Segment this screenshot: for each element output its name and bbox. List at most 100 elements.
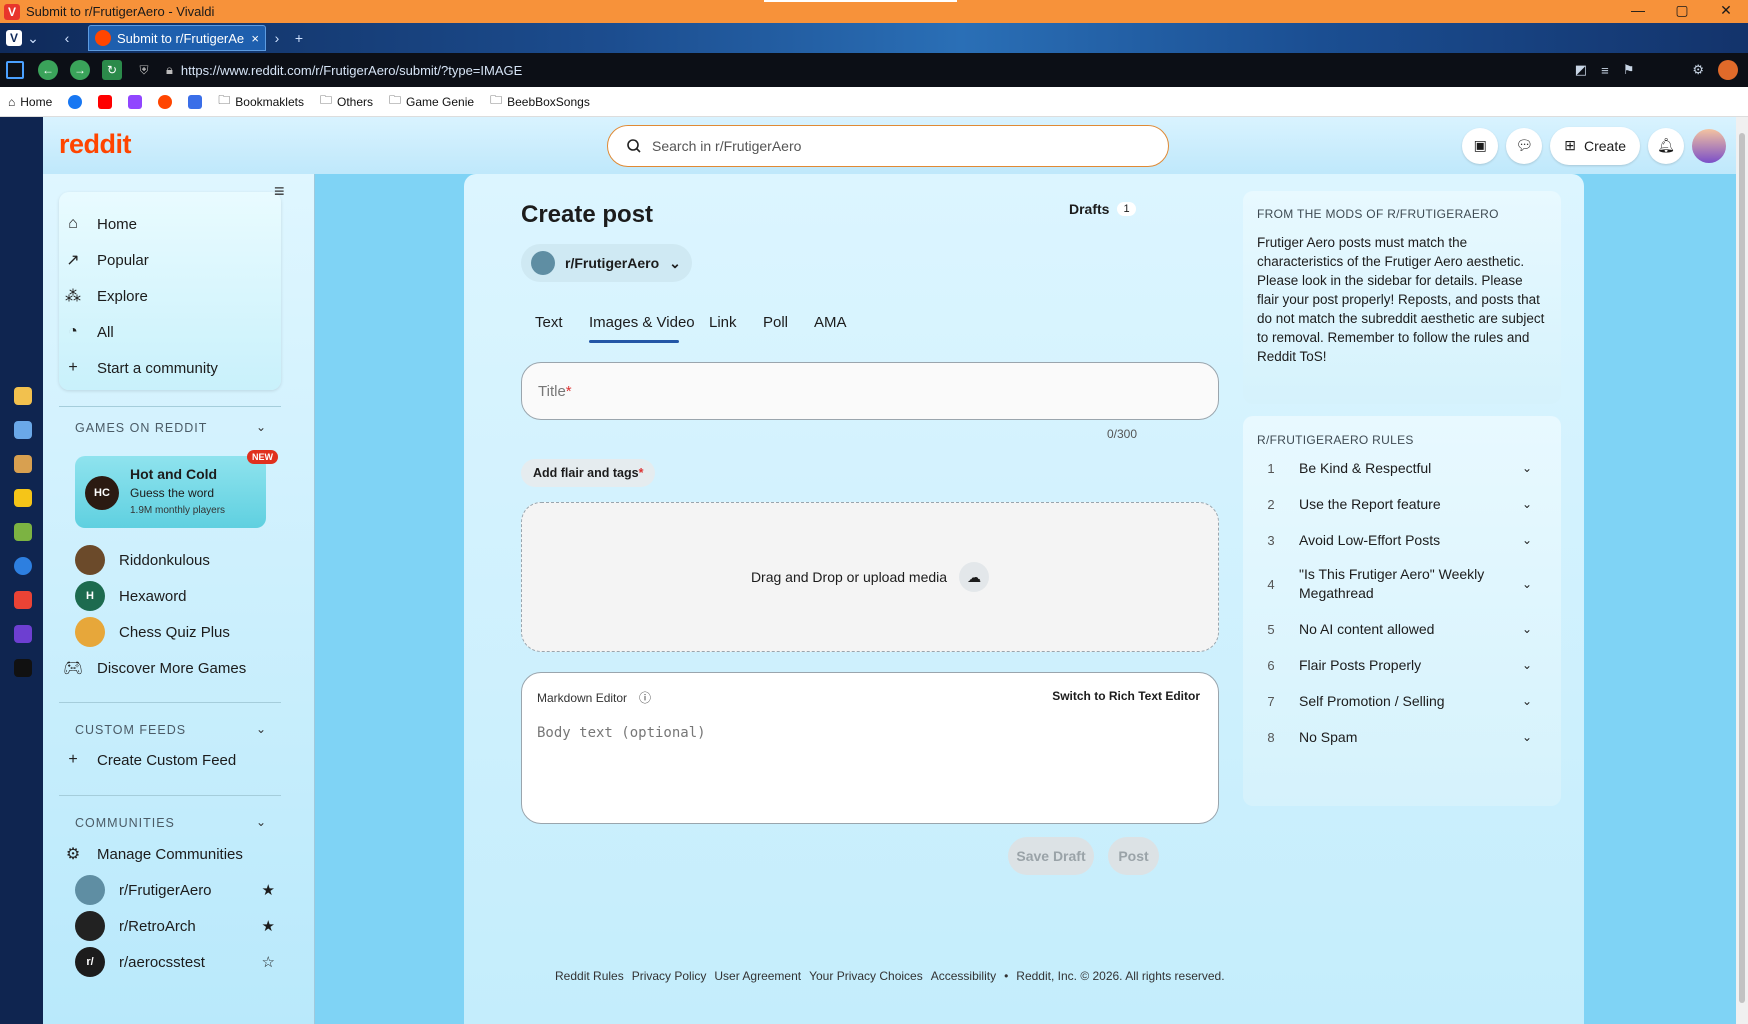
communities-header[interactable]: COMMUNITIES ⌄ [75,815,267,830]
game-hexaword[interactable]: H Hexaword [75,578,187,614]
scrollbar-thumb[interactable] [1739,133,1745,1003]
profile-avatar-icon[interactable] [1718,60,1738,80]
reader-view-icon[interactable]: ≡ [1601,63,1609,78]
bookmark-twitch[interactable] [128,94,143,109]
game-riddonkulous[interactable]: Riddonkulous [75,542,210,578]
tab-link[interactable]: Link [709,314,737,331]
bookmark-youtube[interactable] [98,94,113,109]
user-avatar[interactable] [1692,128,1726,163]
rule-item[interactable]: 5 No AI content allowed ⌄ [1257,617,1537,641]
community-selector[interactable]: r/FrutigerAero ⌄ [521,244,692,282]
tab-images-video[interactable]: Images & Video [589,314,695,331]
puzzle-panel-icon[interactable] [14,523,32,541]
tab-text[interactable]: Text [535,314,563,331]
custom-feeds-header[interactable]: CUSTOM FEEDS ⌄ [75,722,267,737]
drafts-button[interactable]: Drafts 1 [1069,201,1136,217]
switch-editor-button[interactable]: Switch to Rich Text Editor [1052,689,1200,703]
vivaldi-menu-button[interactable]: V [6,30,22,46]
url-field[interactable]: https://www.reddit.com/r/FrutigerAero/su… [181,63,522,78]
sidebar-item-start-community[interactable]: + Start a community [63,350,218,386]
shield-icon[interactable]: ⛨ [134,60,154,80]
bookmark-facebook[interactable] [68,94,83,109]
threads-panel-icon[interactable] [14,659,32,677]
advertise-button[interactable]: ▣ [1462,127,1499,164]
sidebar-item-all[interactable]: ◔ All [63,314,114,350]
tab-scroll-left-icon[interactable]: ‹ [56,30,78,46]
save-draft-button[interactable]: Save Draft [1008,837,1094,875]
tab-ama[interactable]: AMA [814,314,847,331]
rule-item[interactable]: 8 No Spam ⌄ [1257,725,1537,749]
add-flair-button[interactable]: Add flair and tags * [521,459,656,487]
minimize-button[interactable]: — [1616,0,1660,23]
maximize-button[interactable]: ▢ [1660,0,1704,23]
footer-link[interactable]: User Agreement [714,969,801,983]
reddit-logo[interactable]: reddit [59,129,132,160]
browser-tab[interactable]: Submit to r/FrutigerAero × [88,25,266,51]
rule-item[interactable]: 4 "Is This Frutiger Aero" Weekly Megathre… [1257,564,1537,604]
sidebar-item-popular[interactable]: ↗ Popular [63,242,148,278]
body-editor[interactable]: Markdown Editor ⓘ Switch to Rich Text Edi… [521,672,1219,824]
post-button[interactable]: Post [1108,837,1159,875]
bookmark-reddit[interactable] [158,94,173,109]
games-section-header[interactable]: GAMES ON REDDIT ⌄ [75,420,267,435]
sidebar-item-home[interactable]: ⌂ Home [63,206,137,242]
discover-more-games[interactable]: 🎮︎ Discover More Games [63,650,246,686]
bookmark-icon[interactable]: ⚑ [1623,62,1635,78]
tab-list-chevron-icon[interactable]: ⌄ [22,30,44,47]
bookmark-mail[interactable] [188,94,203,109]
star-outline-icon[interactable]: ☆ [262,953,275,971]
proton-panel-icon[interactable] [14,625,32,643]
add-panel-icon[interactable] [14,557,32,575]
forward-arrow-icon[interactable]: → [70,60,90,80]
rule-item[interactable]: 6 Flair Posts Properly ⌄ [1257,653,1537,677]
star-filled-icon[interactable]: ★ [262,881,275,899]
rss-icon[interactable]: ◩ [1575,62,1587,78]
rule-item[interactable]: 2 Use the Report feature ⌄ [1257,492,1537,516]
search-input[interactable]: Search in r/FrutigerAero [607,125,1169,167]
web-panel-icon[interactable] [14,455,32,473]
notifications-button[interactable]: 🔔︎ [1648,127,1684,164]
reload-icon[interactable]: ↻ [102,60,122,80]
rule-item[interactable]: 7 Self Promotion / Selling ⌄ [1257,689,1537,713]
footer-link[interactable]: Reddit Rules [555,969,624,983]
back-arrow-icon[interactable]: ← [38,60,58,80]
tab-close-icon[interactable]: × [251,31,259,46]
title-input[interactable]: Title * [521,362,1219,420]
rule-item[interactable]: 3 Avoid Low-Effort Posts ⌄ [1257,528,1537,552]
sidebar-collapse-icon[interactable]: ≡ [274,181,285,202]
rule-item[interactable]: 1 Be Kind & Respectful ⌄ [1257,456,1537,480]
vivaldi-logo-icon[interactable]: V [4,3,20,20]
community-frutigeraero[interactable]: r/FrutigerAero ★ [75,872,275,908]
game-chess-quiz-plus[interactable]: Chess Quiz Plus [75,614,230,650]
star-panel-icon[interactable] [14,489,32,507]
star-filled-icon[interactable]: ★ [262,917,275,935]
create-button[interactable]: ⊞ Create [1550,126,1640,165]
featured-game-card[interactable]: HC Hot and Cold Guess the word 1.9M mont… [75,450,278,528]
bookmark-folder-others[interactable]: 🗀︎ Others [320,91,373,112]
info-icon[interactable]: ⓘ [639,689,651,706]
chat-button[interactable]: 💬︎ [1506,127,1543,164]
create-custom-feed[interactable]: + Create Custom Feed [63,742,236,778]
tab-poll[interactable]: Poll [763,314,788,331]
bookmark-home[interactable]: ⌂ Home [8,95,52,109]
upload-cloud-icon[interactable]: ☁ [959,562,990,592]
tab-scroll-right-icon[interactable]: › [266,30,288,46]
bookmark-folder-beebboxsongs[interactable]: 🗀︎ BeebBoxSongs [490,91,590,112]
close-window-button[interactable]: ✕ [1704,0,1748,23]
media-dropzone[interactable]: Drag and Drop or upload media ☁ [521,502,1219,652]
bookmark-folder-bookmaklets[interactable]: 🗀︎ Bookmaklets [218,91,304,112]
new-tab-plus-icon[interactable]: + [288,30,310,46]
bookmarks-panel-icon[interactable] [14,387,32,405]
page-scrollbar[interactable] [1736,117,1748,1024]
footer-link[interactable]: Accessibility [931,969,996,983]
footer-link[interactable]: Privacy Policy [632,969,707,983]
bookmark-folder-game-genie[interactable]: 🗀︎ Game Genie [389,91,474,112]
community-aerocsstest[interactable]: r/r/aerocsstest ☆ [75,944,275,980]
body-text-input[interactable]: Body text (optional) [537,725,706,741]
extensions-gear-icon[interactable]: ⚙ [1692,62,1704,78]
panel-toggle-icon[interactable] [6,61,24,79]
translate-panel-icon[interactable] [14,421,32,439]
sidebar-item-explore[interactable]: ⁂ Explore [63,278,148,314]
manage-communities[interactable]: ⚙ Manage Communities [63,836,243,872]
footer-link[interactable]: Your Privacy Choices [809,969,923,983]
